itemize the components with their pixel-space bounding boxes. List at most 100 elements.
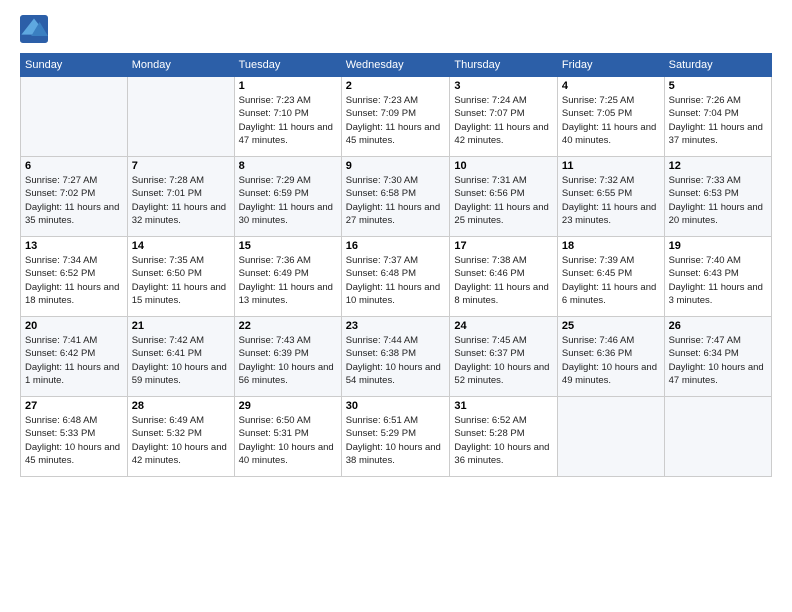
- calendar-cell: 24 Sunrise: 7:45 AM Sunset: 6:37 PM Dayli…: [450, 317, 558, 397]
- calendar-cell: 31Sunrise: 6:52 AM Sunset: 5:28 PM Dayli…: [450, 397, 558, 477]
- day-info: Sunrise: 7:44 AM Sunset: 6:38 PM Dayligh…: [346, 334, 446, 387]
- day-info: Sunrise: 7:39 AM Sunset: 6:45 PM Dayligh…: [562, 254, 660, 307]
- calendar-cell: 18 Sunrise: 7:39 AM Sunset: 6:45 PM Dayli…: [557, 237, 664, 317]
- calendar-cell: 20 Sunrise: 7:41 AM Sunset: 6:42 PM Dayli…: [21, 317, 128, 397]
- calendar-week-1: 1 Sunrise: 7:23 AM Sunset: 7:10 PM Daylig…: [21, 77, 772, 157]
- day-info: Sunrise: 7:37 AM Sunset: 6:48 PM Dayligh…: [346, 254, 446, 307]
- calendar-header: SundayMondayTuesdayWednesdayThursdayFrid…: [21, 54, 772, 77]
- weekday-header-monday: Monday: [127, 54, 234, 77]
- calendar-cell: 4Sunrise: 7:25 AM Sunset: 7:05 PM Daylig…: [557, 77, 664, 157]
- calendar-cell: 9 Sunrise: 7:30 AM Sunset: 6:58 PM Daylig…: [341, 157, 450, 237]
- day-info: Sunrise: 7:43 AM Sunset: 6:39 PM Dayligh…: [239, 334, 337, 387]
- day-info: Sunrise: 7:47 AM Sunset: 6:34 PM Dayligh…: [669, 334, 767, 387]
- calendar-cell: 13 Sunrise: 7:34 AM Sunset: 6:52 PM Dayli…: [21, 237, 128, 317]
- day-number: 8: [239, 160, 337, 172]
- day-number: 14: [132, 240, 230, 252]
- day-info: Sunrise: 7:31 AM Sunset: 6:56 PM Dayligh…: [454, 174, 553, 227]
- calendar-cell: 22 Sunrise: 7:43 AM Sunset: 6:39 PM Dayli…: [234, 317, 341, 397]
- logo: [20, 15, 50, 43]
- calendar-cell: 6Sunrise: 7:27 AM Sunset: 7:02 PM Daylig…: [21, 157, 128, 237]
- calendar-cell: 19Sunrise: 7:40 AM Sunset: 6:43 PM Dayli…: [664, 237, 771, 317]
- day-number: 6: [25, 160, 123, 172]
- day-number: 12: [669, 160, 767, 172]
- day-number: 23: [346, 320, 446, 332]
- day-info: Sunrise: 7:25 AM Sunset: 7:05 PM Dayligh…: [562, 94, 660, 147]
- calendar-cell: [127, 77, 234, 157]
- weekday-header-thursday: Thursday: [450, 54, 558, 77]
- calendar-cell: 7 Sunrise: 7:28 AM Sunset: 7:01 PM Daylig…: [127, 157, 234, 237]
- day-number: 11: [562, 160, 660, 172]
- day-number: 20: [25, 320, 123, 332]
- calendar-cell: 17Sunrise: 7:38 AM Sunset: 6:46 PM Dayli…: [450, 237, 558, 317]
- day-info: Sunrise: 7:23 AM Sunset: 7:10 PM Dayligh…: [239, 94, 337, 147]
- day-info: Sunrise: 7:28 AM Sunset: 7:01 PM Dayligh…: [132, 174, 230, 227]
- calendar-cell: 25 Sunrise: 7:46 AM Sunset: 6:36 PM Dayli…: [557, 317, 664, 397]
- day-number: 30: [346, 400, 446, 412]
- calendar-cell: 23 Sunrise: 7:44 AM Sunset: 6:38 PM Dayli…: [341, 317, 450, 397]
- weekday-header-saturday: Saturday: [664, 54, 771, 77]
- header: [20, 15, 772, 43]
- day-number: 1: [239, 80, 337, 92]
- day-number: 10: [454, 160, 553, 172]
- day-info: Sunrise: 7:34 AM Sunset: 6:52 PM Dayligh…: [25, 254, 123, 307]
- day-number: 19: [669, 240, 767, 252]
- day-info: Sunrise: 7:45 AM Sunset: 6:37 PM Dayligh…: [454, 334, 553, 387]
- day-number: 5: [669, 80, 767, 92]
- day-number: 2: [346, 80, 446, 92]
- weekday-header-sunday: Sunday: [21, 54, 128, 77]
- day-number: 26: [669, 320, 767, 332]
- day-info: Sunrise: 7:23 AM Sunset: 7:09 PM Dayligh…: [346, 94, 446, 147]
- calendar-cell: 21Sunrise: 7:42 AM Sunset: 6:41 PM Dayli…: [127, 317, 234, 397]
- calendar-cell: 5 Sunrise: 7:26 AM Sunset: 7:04 PM Daylig…: [664, 77, 771, 157]
- day-number: 24: [454, 320, 553, 332]
- day-number: 25: [562, 320, 660, 332]
- calendar-cell: 29Sunrise: 6:50 AM Sunset: 5:31 PM Dayli…: [234, 397, 341, 477]
- day-number: 27: [25, 400, 123, 412]
- calendar-cell: 15Sunrise: 7:36 AM Sunset: 6:49 PM Dayli…: [234, 237, 341, 317]
- day-info: Sunrise: 7:46 AM Sunset: 6:36 PM Dayligh…: [562, 334, 660, 387]
- day-number: 7: [132, 160, 230, 172]
- weekday-header-row: SundayMondayTuesdayWednesdayThursdayFrid…: [21, 54, 772, 77]
- day-info: Sunrise: 7:32 AM Sunset: 6:55 PM Dayligh…: [562, 174, 660, 227]
- day-number: 31: [454, 400, 553, 412]
- calendar-cell: 8Sunrise: 7:29 AM Sunset: 6:59 PM Daylig…: [234, 157, 341, 237]
- calendar-cell: [557, 397, 664, 477]
- day-number: 3: [454, 80, 553, 92]
- weekday-header-wednesday: Wednesday: [341, 54, 450, 77]
- calendar-cell: 14 Sunrise: 7:35 AM Sunset: 6:50 PM Dayli…: [127, 237, 234, 317]
- calendar-cell: 3 Sunrise: 7:24 AM Sunset: 7:07 PM Daylig…: [450, 77, 558, 157]
- day-number: 13: [25, 240, 123, 252]
- calendar-cell: 26 Sunrise: 7:47 AM Sunset: 6:34 PM Dayli…: [664, 317, 771, 397]
- day-info: Sunrise: 6:48 AM Sunset: 5:33 PM Dayligh…: [25, 414, 123, 467]
- day-info: Sunrise: 7:30 AM Sunset: 6:58 PM Dayligh…: [346, 174, 446, 227]
- weekday-header-friday: Friday: [557, 54, 664, 77]
- day-number: 15: [239, 240, 337, 252]
- calendar-body: 1 Sunrise: 7:23 AM Sunset: 7:10 PM Daylig…: [21, 77, 772, 477]
- calendar-cell: 12 Sunrise: 7:33 AM Sunset: 6:53 PM Dayli…: [664, 157, 771, 237]
- calendar-cell: [664, 397, 771, 477]
- day-info: Sunrise: 7:35 AM Sunset: 6:50 PM Dayligh…: [132, 254, 230, 307]
- day-info: Sunrise: 7:41 AM Sunset: 6:42 PM Dayligh…: [25, 334, 123, 387]
- calendar-cell: [21, 77, 128, 157]
- calendar-week-4: 20 Sunrise: 7:41 AM Sunset: 6:42 PM Dayli…: [21, 317, 772, 397]
- day-number: 17: [454, 240, 553, 252]
- calendar-cell: 28 Sunrise: 6:49 AM Sunset: 5:32 PM Dayli…: [127, 397, 234, 477]
- calendar-table: SundayMondayTuesdayWednesdayThursdayFrid…: [20, 53, 772, 477]
- day-number: 28: [132, 400, 230, 412]
- day-number: 9: [346, 160, 446, 172]
- calendar-cell: 2 Sunrise: 7:23 AM Sunset: 7:09 PM Daylig…: [341, 77, 450, 157]
- day-info: Sunrise: 7:24 AM Sunset: 7:07 PM Dayligh…: [454, 94, 553, 147]
- page: SundayMondayTuesdayWednesdayThursdayFrid…: [0, 0, 792, 612]
- day-number: 29: [239, 400, 337, 412]
- day-info: Sunrise: 6:49 AM Sunset: 5:32 PM Dayligh…: [132, 414, 230, 467]
- day-number: 22: [239, 320, 337, 332]
- day-info: Sunrise: 7:26 AM Sunset: 7:04 PM Dayligh…: [669, 94, 767, 147]
- calendar-week-2: 6Sunrise: 7:27 AM Sunset: 7:02 PM Daylig…: [21, 157, 772, 237]
- calendar-cell: 11 Sunrise: 7:32 AM Sunset: 6:55 PM Dayli…: [557, 157, 664, 237]
- weekday-header-tuesday: Tuesday: [234, 54, 341, 77]
- calendar-cell: 30Sunrise: 6:51 AM Sunset: 5:29 PM Dayli…: [341, 397, 450, 477]
- calendar-week-5: 27 Sunrise: 6:48 AM Sunset: 5:33 PM Dayli…: [21, 397, 772, 477]
- day-number: 18: [562, 240, 660, 252]
- day-number: 21: [132, 320, 230, 332]
- day-info: Sunrise: 7:33 AM Sunset: 6:53 PM Dayligh…: [669, 174, 767, 227]
